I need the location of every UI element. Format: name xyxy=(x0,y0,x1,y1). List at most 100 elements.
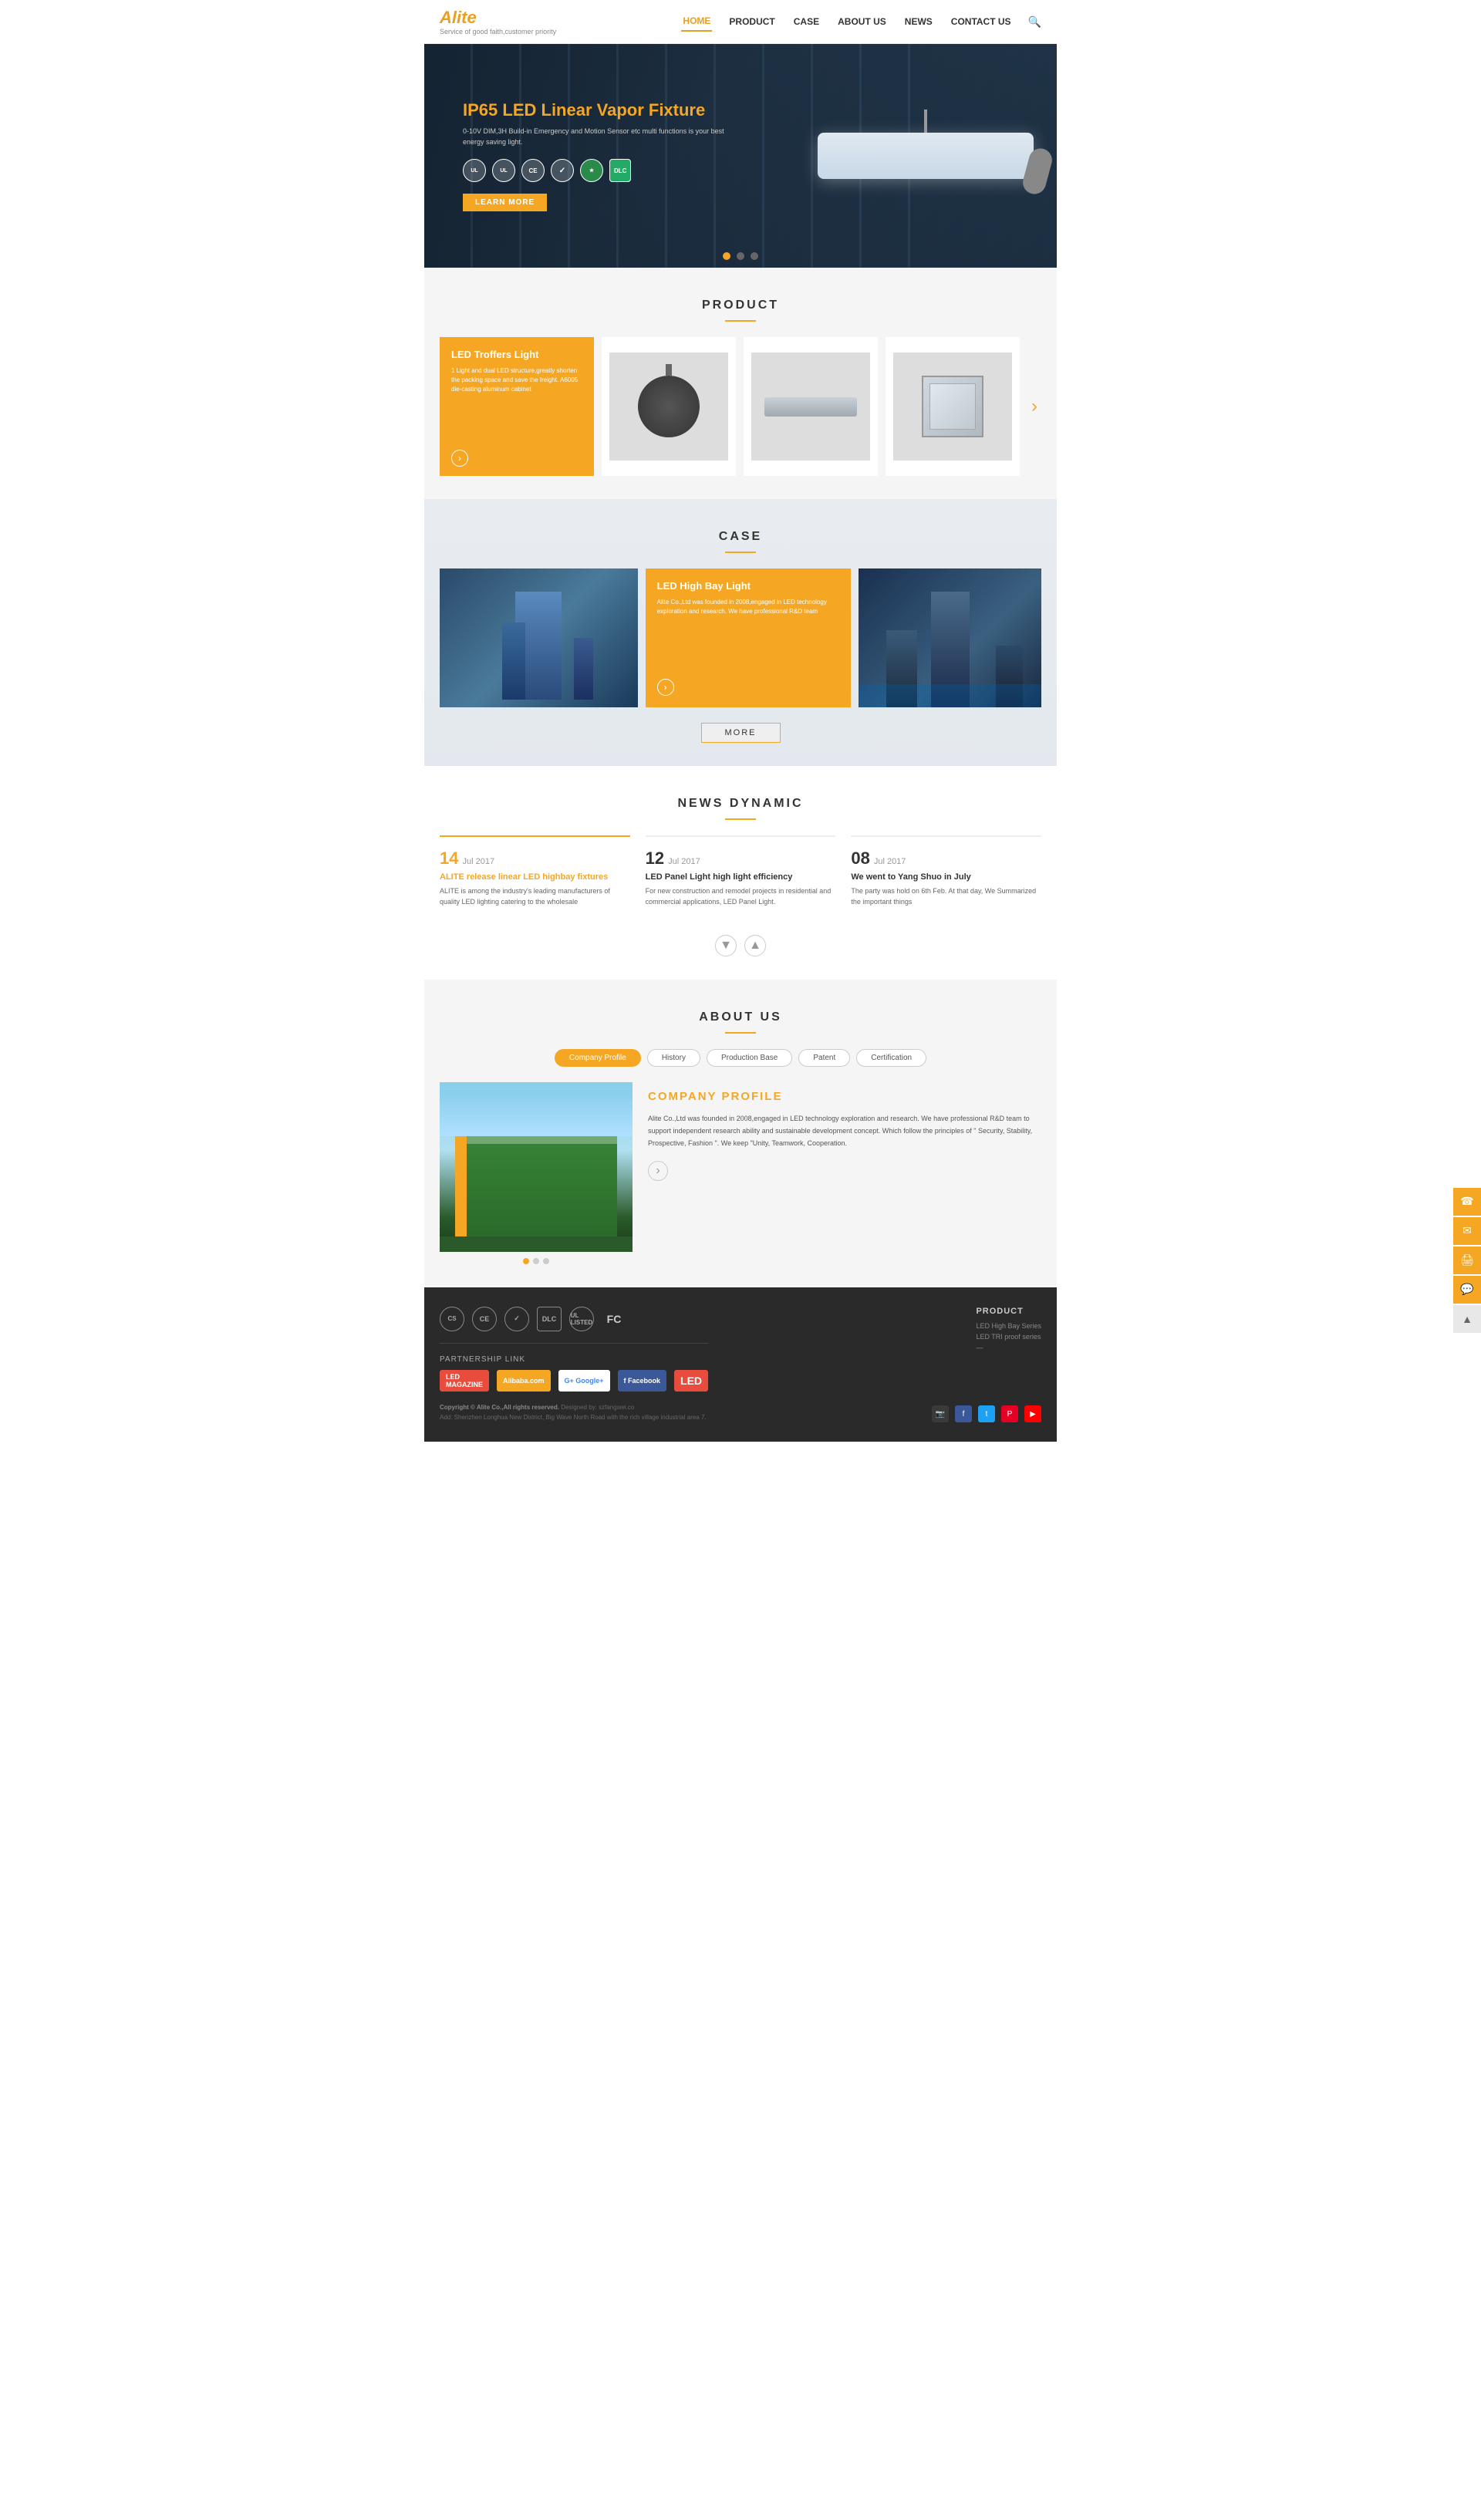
news-title-2[interactable]: LED Panel Light high light efficiency xyxy=(646,872,836,882)
search-icon[interactable]: 🔍 xyxy=(1028,15,1041,29)
news-title-3[interactable]: We went to Yang Shuo in July xyxy=(851,872,1041,882)
footer-top: CS CE ✓ DLC ULLISTED FC PARTNERSHIP LINK… xyxy=(440,1307,1041,1392)
hero-tag: IP65 xyxy=(463,100,498,120)
nav-case[interactable]: CASE xyxy=(792,12,821,31)
partner-led-magazine[interactable]: LEDMAGAZINE xyxy=(440,1370,489,1392)
case-more-button[interactable]: MORE xyxy=(701,723,781,743)
tab-patent[interactable]: Patent xyxy=(798,1049,850,1067)
news-card-1: 14 Jul 2017 ALITE release linear LED hig… xyxy=(440,835,630,919)
product-card-linear[interactable] xyxy=(744,337,878,476)
footer-certs: CS CE ✓ DLC ULLISTED FC xyxy=(440,1307,708,1331)
partner-alibaba[interactable]: Alibaba.com xyxy=(497,1370,551,1392)
product-grid: LED Troffers Light 1 Light and dual LED … xyxy=(424,337,1057,476)
footer-copyright: Copyright © Alite Co.,All rights reserve… xyxy=(440,1403,707,1423)
product-section: PRODUCT LED Troffers Light 1 Light and d… xyxy=(424,268,1057,499)
case-card-1[interactable] xyxy=(440,568,638,707)
float-phone-button[interactable]: ☎ xyxy=(1453,1188,1481,1216)
footer-address: Add: Shenzhen Longhua New District, Big … xyxy=(440,1413,707,1423)
footer-partner-logos: LEDMAGAZINE Alibaba.com G+ Google+ f Fac… xyxy=(440,1370,708,1392)
partner-led-brand[interactable]: LED xyxy=(674,1370,708,1392)
about-dots xyxy=(440,1258,633,1264)
news-day-1: 14 xyxy=(440,848,458,869)
tab-company-profile[interactable]: Company Profile xyxy=(555,1049,641,1067)
about-tabs: Company Profile History Production Base … xyxy=(424,1049,1057,1067)
hero-product-image xyxy=(818,133,1034,179)
hero-dot-1[interactable] xyxy=(723,252,730,260)
about-dot-1[interactable] xyxy=(523,1258,529,1264)
linear-shape xyxy=(764,397,857,417)
footer: CS CE ✓ DLC ULLISTED FC PARTNERSHIP LINK… xyxy=(424,1287,1057,1442)
hero-banner: IP65 LED Linear Vapor Fixture 0-10V DIM,… xyxy=(424,44,1057,268)
cert-ce: CE xyxy=(521,159,545,182)
news-controls: ▼ ▲ xyxy=(424,935,1057,956)
footer-left: CS CE ✓ DLC ULLISTED FC PARTNERSHIP LINK… xyxy=(440,1307,708,1392)
footer-product-item-2[interactable]: LED TRI proof series xyxy=(976,1333,1041,1341)
float-print-button[interactable]: 🖨 xyxy=(1453,1247,1481,1274)
footer-product-item-1[interactable]: LED High Bay Series xyxy=(976,1322,1041,1330)
social-twitter[interactable]: t xyxy=(978,1405,995,1422)
tab-production-base[interactable]: Production Base xyxy=(707,1049,792,1067)
social-facebook[interactable]: f xyxy=(955,1405,972,1422)
case-featured-desc: Alite Co.,Ltd was founded in 2008,engage… xyxy=(657,598,840,616)
product-card-panel[interactable] xyxy=(886,337,1020,476)
hero-light-fixture xyxy=(818,133,1034,179)
news-prev-button[interactable]: ▼ xyxy=(715,935,737,956)
nav-about[interactable]: ABOUT US xyxy=(836,12,888,31)
hero-title: IP65 LED Linear Vapor Fixture xyxy=(463,100,733,120)
nav-product[interactable]: PRODUCT xyxy=(727,12,776,31)
social-pinterest[interactable]: P xyxy=(1001,1405,1018,1422)
product-card-featured: LED Troffers Light 1 Light and dual LED … xyxy=(440,337,594,476)
learn-more-button[interactable]: LEARN MORE xyxy=(463,194,547,211)
product-next-arrow[interactable]: › xyxy=(1027,337,1041,476)
tab-certification[interactable]: Certification xyxy=(856,1049,926,1067)
news-date-1: 14 Jul 2017 xyxy=(440,848,630,869)
building-3 xyxy=(859,568,1041,707)
header: Alite Service of good faith,customer pri… xyxy=(424,0,1057,44)
panel-shape xyxy=(922,376,983,437)
case-card-3[interactable] xyxy=(859,568,1041,707)
hero-dot-3[interactable] xyxy=(751,252,758,260)
case-featured-title: LED High Bay Light xyxy=(657,580,840,592)
float-email-button[interactable]: ✉ xyxy=(1453,1217,1481,1245)
hero-title-text: LED Linear Vapor Fixture xyxy=(502,100,705,120)
logo: Alite Service of good faith,customer pri… xyxy=(440,8,556,35)
news-title-1[interactable]: ALITE release linear LED highbay fixture… xyxy=(440,872,630,882)
logo-subtitle: Service of good faith,customer priority xyxy=(440,28,556,35)
case-featured-arrow[interactable]: › xyxy=(657,679,674,696)
featured-product-title: LED Troffers Light xyxy=(451,349,582,360)
featured-product-arrow[interactable]: › xyxy=(451,450,468,467)
social-instagram[interactable]: 📷 xyxy=(932,1405,949,1422)
news-next-button[interactable]: ▲ xyxy=(744,935,766,956)
nav-contact[interactable]: CONTACT US xyxy=(950,12,1013,31)
float-scroll-top-button[interactable]: ▲ xyxy=(1453,1305,1481,1333)
about-text-wrap: COMPANY PROFILE Alite Co.,Ltd was founde… xyxy=(648,1082,1041,1264)
tab-history[interactable]: History xyxy=(647,1049,700,1067)
panel-image xyxy=(893,353,1012,460)
about-more-arrow[interactable]: › xyxy=(648,1161,668,1181)
cert-check: ✓ xyxy=(551,159,574,182)
news-month-1: Jul 2017 xyxy=(462,857,494,866)
partner-facebook[interactable]: f Facebook xyxy=(618,1370,667,1392)
case-section-line xyxy=(725,552,756,553)
partner-google[interactable]: G+ Google+ xyxy=(558,1370,610,1392)
about-dot-2[interactable] xyxy=(533,1258,539,1264)
social-youtube[interactable]: ▶ xyxy=(1024,1405,1041,1422)
cert-icon-ce: CE xyxy=(472,1307,497,1331)
footer-product-list: PRODUCT LED High Bay Series LED TRI proo… xyxy=(976,1307,1041,1354)
nav-home[interactable]: HOME xyxy=(681,12,712,32)
footer-product-title: PRODUCT xyxy=(976,1307,1041,1316)
news-day-3: 08 xyxy=(851,848,869,869)
product-card-highbay[interactable] xyxy=(602,337,736,476)
hero-dot-2[interactable] xyxy=(737,252,744,260)
cert-dlc: DLC xyxy=(609,159,631,182)
cert-ul1: UL xyxy=(463,159,486,182)
float-sidebar: ☎ ✉ 🖨 💬 ▲ xyxy=(1453,1188,1481,1333)
cert-icon-cs: CS xyxy=(440,1307,464,1331)
about-dot-3[interactable] xyxy=(543,1258,549,1264)
news-card-3: 08 Jul 2017 We went to Yang Shuo in July… xyxy=(851,835,1041,919)
float-chat-button[interactable]: 💬 xyxy=(1453,1276,1481,1304)
cert-green: ★ xyxy=(580,159,603,182)
news-month-3: Jul 2017 xyxy=(874,857,906,866)
nav-news[interactable]: NEWS xyxy=(903,12,934,31)
case-section: CASE LED High Bay Light Alite Co.,Ltd wa… xyxy=(424,499,1057,766)
